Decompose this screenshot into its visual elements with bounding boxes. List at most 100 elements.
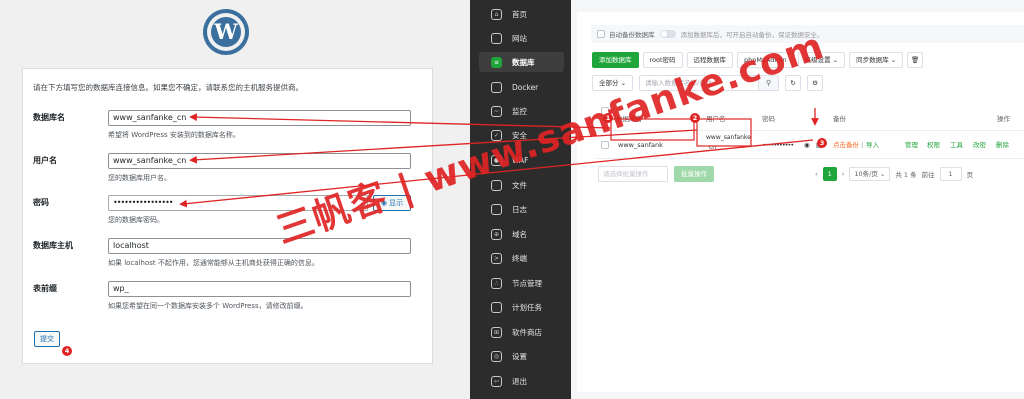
sidebar-item-cron[interactable]: 计划任务: [479, 297, 564, 317]
col-header-name[interactable]: 数据库名: [616, 107, 642, 131]
settings-button[interactable]: ⚙: [807, 75, 823, 91]
sidebar-item-domain[interactable]: ⊕ 域名: [479, 224, 564, 244]
prev-page-icon[interactable]: ‹: [815, 170, 818, 178]
username-input[interactable]: www_sanfanke_cn: [108, 153, 411, 169]
op-manage-link[interactable]: 管理: [905, 131, 918, 159]
dbname-label: 数据库名: [33, 113, 65, 122]
show-password-button[interactable]: ◉ 显示: [373, 195, 411, 211]
sidebar-item-label: 监控: [512, 106, 527, 116]
database-page: 自动备份数据库 添加数据库后，可开启自动备份，保证数据安全。 添加数据库 roo…: [571, 0, 1024, 399]
advanced-settings-dropdown[interactable]: 高级设置 ⌄: [797, 52, 846, 68]
copy-icon[interactable]: ▤: [816, 131, 822, 159]
website-icon: [491, 32, 502, 44]
sidebar-item-website[interactable]: 网站: [479, 28, 564, 48]
shield-icon: ✓: [491, 129, 502, 141]
goto-page-input[interactable]: 1: [939, 167, 962, 181]
advanced-settings-label: 高级设置: [804, 56, 831, 64]
sidebar-item-logout[interactable]: ⇦ 退出: [479, 371, 564, 391]
op-tools-link[interactable]: 工具: [950, 131, 963, 159]
sidebar-item-database[interactable]: ≡ 数据库: [479, 52, 564, 72]
sidebar-item-docker[interactable]: Docker: [479, 77, 564, 97]
log-icon: [491, 203, 502, 215]
submit-button[interactable]: 提交: [34, 331, 60, 347]
phpmyadmin-button[interactable]: phpMyAdmin: [737, 52, 794, 68]
sidebar-item-label: 节点管理: [512, 278, 542, 288]
search-placeholder: 请输入数据库名称/备注: [645, 79, 713, 87]
trash-icon: 🗑: [911, 56, 920, 64]
sidebar-item-label: 文件: [512, 180, 527, 190]
sidebar-item-monitor[interactable]: ~ 监控: [479, 101, 564, 121]
sync-database-dropdown[interactable]: 同步数据库 ⌄: [849, 52, 904, 68]
auto-backup-label: 自动备份数据库: [609, 31, 655, 39]
row-username: www_sanfanke _cn: [706, 133, 751, 153]
refresh-button[interactable]: ↻: [785, 75, 801, 91]
page-size-value: 10条/页: [854, 170, 878, 178]
sidebar-item-label: 软件商店: [512, 327, 542, 337]
row-username-line2: _cn: [706, 144, 717, 151]
sidebar-item-store[interactable]: ⊞ 软件商店: [479, 322, 564, 342]
backup-link[interactable]: 点击备份: [833, 131, 859, 159]
gear-icon: ⚙: [812, 79, 818, 87]
gear-icon: ◎: [491, 350, 502, 362]
sidebar-item-security[interactable]: ✓ 安全: [479, 125, 564, 145]
host-label: 数据库主机: [33, 241, 73, 250]
import-link[interactable]: 导入: [866, 131, 879, 159]
sidebar-item-label: 终端: [512, 253, 527, 263]
search-input[interactable]: 请输入数据库名称/备注 ⚲: [639, 75, 779, 91]
monitor-icon: ~: [491, 105, 502, 117]
sidebar-item-label: Docker: [512, 82, 539, 92]
docker-icon: [491, 81, 502, 93]
sidebar-item-terminal[interactable]: > 终端: [479, 248, 564, 268]
host-input[interactable]: localhost: [108, 238, 411, 254]
sidebar-item-waf[interactable]: ● WAF: [479, 150, 564, 170]
sidebar-item-label: 退出: [512, 376, 527, 386]
sidebar-item-label: 设置: [512, 351, 527, 361]
sidebar-item-logs[interactable]: 日志: [479, 199, 564, 219]
eye-icon[interactable]: ◉: [804, 131, 810, 159]
row-checkbox[interactable]: [601, 141, 609, 149]
database-toolbar: 添加数据库 root密码 远程数据库 phpMyAdmin 高级设置 ⌄ 同步数…: [592, 52, 924, 68]
bulk-action-select[interactable]: 请选择批量操作: [598, 166, 668, 182]
waf-icon: ●: [491, 154, 502, 166]
auto-backup-toggle[interactable]: [659, 30, 676, 38]
auto-backup-checkbox[interactable]: [597, 30, 605, 38]
sidebar-item-label: 网站: [512, 33, 527, 43]
trash-button[interactable]: 🗑: [907, 52, 924, 68]
add-database-button[interactable]: 添加数据库: [592, 52, 639, 68]
sidebar-item-files[interactable]: 文件: [479, 175, 564, 195]
sidebar-item-home[interactable]: ⌂ 首页: [479, 4, 564, 24]
remote-database-button[interactable]: 远程数据库: [686, 52, 734, 68]
panel-sidebar: ⌂ 首页 网站 ≡ 数据库 Docker ~ 监控 ✓ 安全 ● WAF 文件 日志 ⊕ 域…: [470, 0, 571, 399]
table-row: www_sanfank www_sanfanke _cn •••••••••••…: [596, 131, 1024, 159]
form-intro: 请在下方填写您的数据库连接信息。如果您不确定，请联系您的主机服务提供商。: [33, 83, 303, 92]
bulk-action-button[interactable]: 批量操作: [674, 166, 714, 182]
root-password-button[interactable]: root密码: [642, 52, 683, 68]
node-icon: ∴: [491, 277, 502, 289]
sync-database-label: 同步数据库: [856, 56, 889, 64]
col-header-user[interactable]: 用户名: [706, 107, 726, 131]
page-size-select[interactable]: 10条/页 ⌄: [849, 167, 891, 181]
op-change-pwd-link[interactable]: 改密: [973, 131, 986, 159]
next-page-icon[interactable]: ›: [842, 170, 845, 178]
chevron-down-icon: ⌄: [890, 56, 897, 64]
dbname-input[interactable]: www_sanfanke_cn: [108, 110, 411, 126]
dbname-help: 希望将 WordPress 安装到的数据库名称。: [108, 131, 240, 139]
password-input[interactable]: ••••••••••••••••: [108, 195, 368, 211]
prefix-input[interactable]: wp_: [108, 281, 411, 297]
search-icon[interactable]: ⚲: [758, 76, 778, 90]
refresh-icon: ↻: [790, 79, 796, 87]
op-delete-link[interactable]: 删除: [996, 131, 1009, 159]
separator: |: [861, 141, 864, 149]
sidebar-item-nodes[interactable]: ∴ 节点管理: [479, 273, 564, 293]
username-label: 用户名: [33, 156, 57, 165]
password-label: 密码: [33, 198, 49, 207]
goto-label: 前往: [921, 171, 935, 179]
sidebar-item-settings[interactable]: ◎ 设置: [479, 346, 564, 366]
page-number-current[interactable]: 1: [822, 167, 837, 181]
host-help: 如果 localhost 不起作用，您通常能够从主机商处获得正确的信息。: [108, 259, 319, 267]
select-all-checkbox[interactable]: [601, 107, 609, 115]
op-permission-link[interactable]: 权限: [927, 131, 940, 159]
logout-icon: ⇦: [491, 375, 502, 387]
wordpress-logo-letter: W: [211, 17, 241, 47]
category-select[interactable]: 全部分 ⌄: [592, 75, 633, 91]
